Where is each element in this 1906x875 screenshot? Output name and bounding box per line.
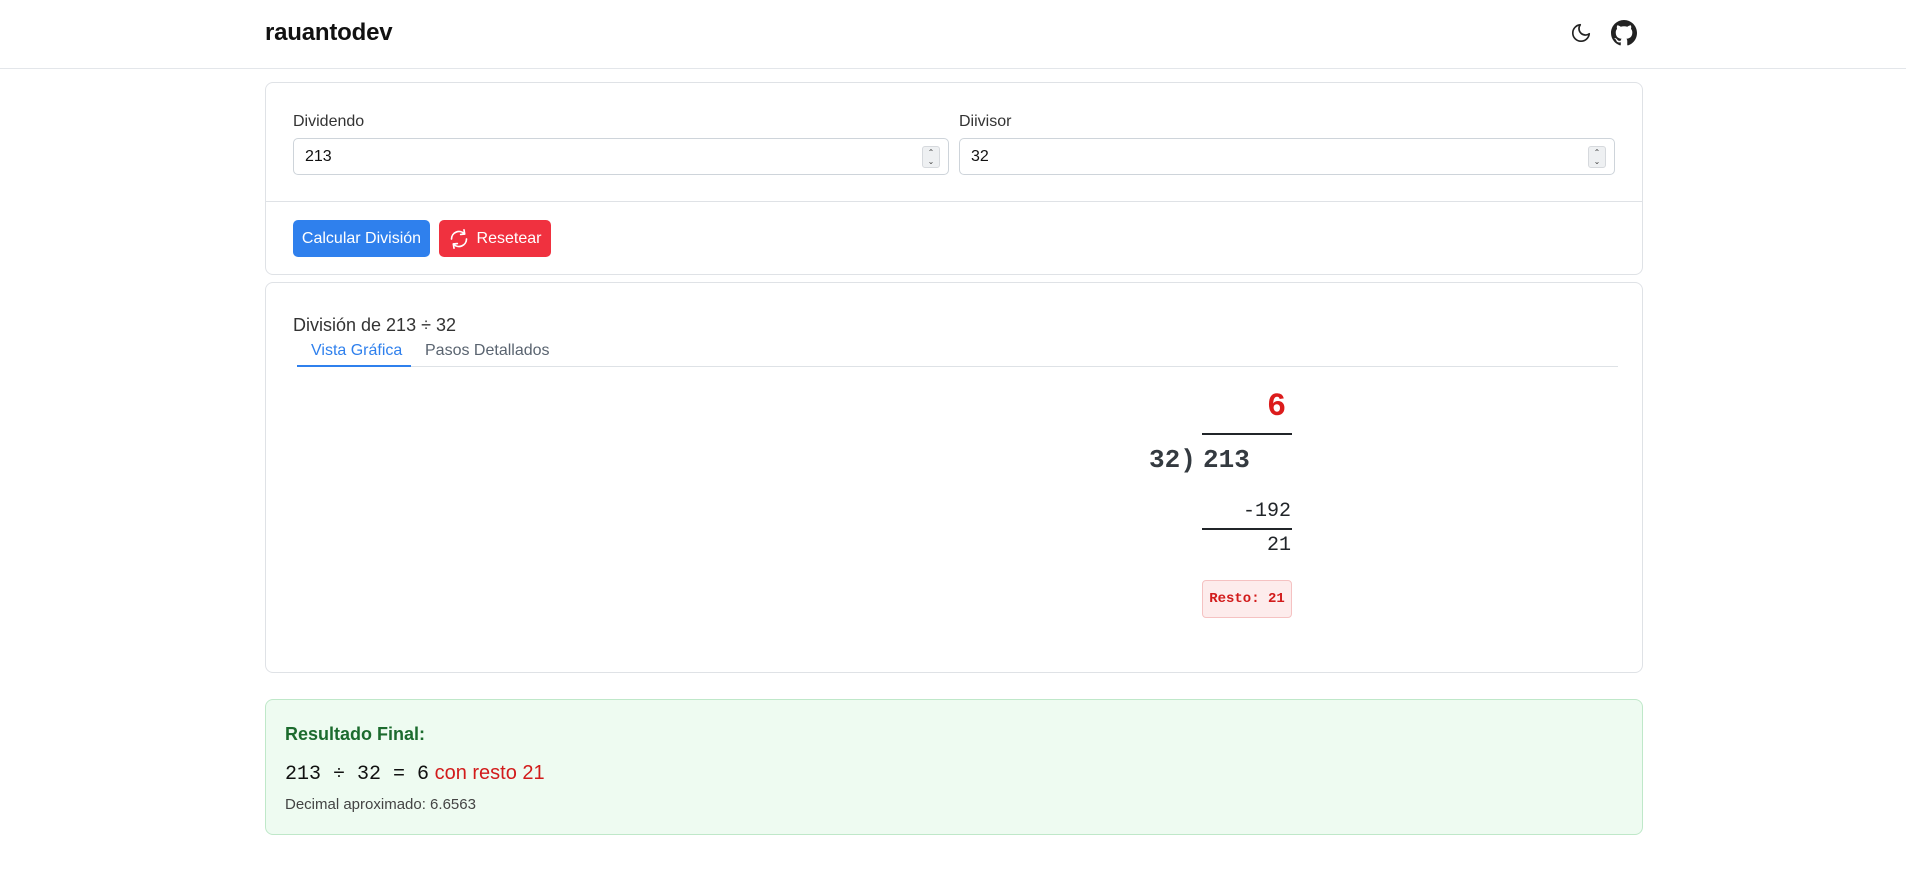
reset-button-label: Resetear (476, 229, 542, 247)
remainder-badge: Resto: 21 (1202, 580, 1292, 618)
moon-icon[interactable] (1567, 19, 1595, 47)
github-icon[interactable] (1610, 19, 1638, 47)
divisor-value[interactable]: 32 (971, 148, 989, 166)
division-title: División de 213 ÷ 32 (293, 315, 456, 335)
equation-text: 213 ÷ 32 = 6 (285, 763, 430, 786)
final-result-card: Resultado Final: 213 ÷ 32 = 6 con resto … (265, 699, 1643, 835)
remainder-text: con resto 21 (434, 762, 545, 784)
divisor-input[interactable]: 32 ⌃ ⌄ (959, 138, 1615, 175)
input-card: Dividendo 213 ⌃ ⌄ Diivisor 32 ⌃ ⌄ Calcular… (265, 82, 1643, 275)
final-equation: 213 ÷ 32 = 6 con resto 21 (285, 762, 545, 786)
dividend-stepper[interactable]: ⌃ ⌄ (922, 146, 940, 168)
tabs: Vista Gráfica Pasos Detallados (297, 342, 1618, 367)
final-title: Resultado Final: (285, 724, 426, 744)
dividend-input[interactable]: 213 ⌃ ⌄ (293, 138, 949, 175)
result-card: División de 213 ÷ 32 Vista Gráfica Pasos… (265, 282, 1643, 673)
quotient-bar (1202, 433, 1292, 435)
remainder-value: 21 (1266, 534, 1291, 557)
navbar: rauantodev (0, 0, 1906, 69)
dividend-display: 213 (1203, 445, 1250, 475)
quotient: 6 (1267, 388, 1287, 425)
divisor-stepper[interactable]: ⌃ ⌄ (1588, 146, 1606, 168)
reset-button[interactable]: Resetear (439, 220, 551, 257)
decimal-approx: Decimal aproximado: 6.6563 (285, 796, 476, 813)
card-divider (266, 201, 1642, 202)
refresh-icon (449, 228, 469, 249)
subtract-line (1202, 528, 1292, 530)
dividend-value[interactable]: 213 (305, 148, 332, 166)
divisor-label: Diivisor (959, 113, 1012, 130)
dividend-label: Dividendo (293, 113, 365, 130)
divisor-display: 32) (1149, 445, 1196, 475)
calculate-button[interactable]: Calcular División (293, 220, 430, 257)
subtract-value: -192 (1242, 500, 1291, 523)
tab-vista-grafica[interactable]: Vista Gráfica (297, 342, 411, 367)
brand-logo[interactable]: rauantodev (265, 19, 393, 47)
tab-pasos-detallados[interactable]: Pasos Detallados (425, 342, 550, 367)
